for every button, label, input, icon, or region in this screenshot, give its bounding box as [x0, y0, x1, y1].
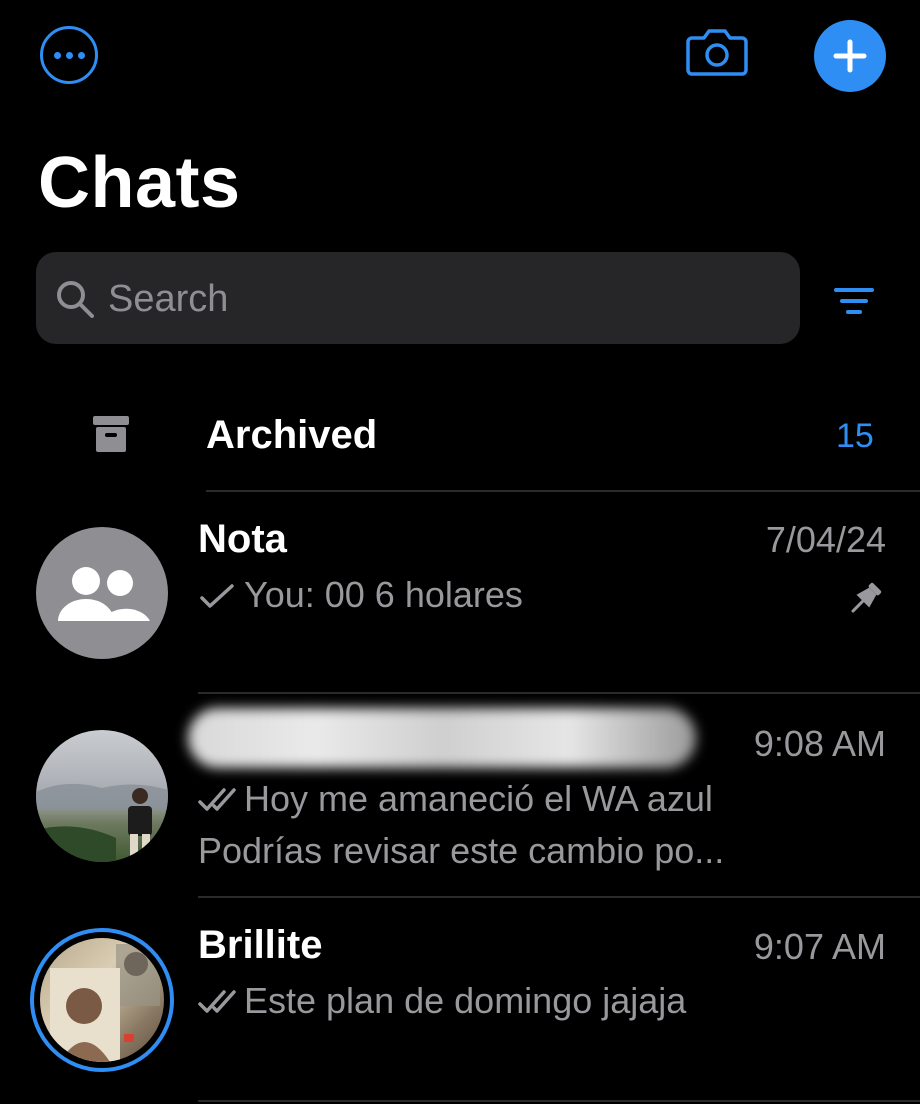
ellipsis-icon [53, 51, 61, 59]
more-options-button[interactable] [40, 26, 98, 84]
group-avatar [36, 527, 168, 659]
blurred-contact-name [188, 708, 696, 768]
divider [198, 1100, 920, 1102]
new-chat-button[interactable] [814, 20, 886, 92]
divider [198, 896, 920, 898]
check-icon [200, 584, 234, 609]
camera-icon [686, 29, 748, 76]
chat-name: Brillite [198, 923, 323, 967]
double-check-icon [198, 788, 236, 812]
chat-preview-line2: Podrías revisar este cambio po... [198, 830, 725, 871]
search-icon [57, 281, 94, 318]
contact-avatar [40, 938, 164, 1062]
group-icon [58, 567, 150, 621]
archived-count: 15 [836, 417, 874, 455]
double-check-icon [198, 990, 236, 1014]
person-photo-icon [50, 944, 160, 1062]
chat-time: 7/04/24 [765, 519, 886, 560]
divider [198, 692, 920, 694]
search-placeholder: Search [108, 278, 229, 320]
archive-box-icon [93, 416, 129, 452]
chat-time: 9:07 AM [753, 926, 886, 967]
archived-row[interactable] [0, 390, 920, 490]
chat-preview: Este plan de domingo jajaja [198, 975, 686, 1027]
chat-preview: Hoy me amaneció el WA azul [198, 773, 713, 825]
divider [206, 490, 920, 492]
pin-icon [851, 582, 882, 613]
page-title: Chats [38, 143, 241, 223]
contact-avatar [36, 730, 168, 862]
chat-preview: You: 00 6 holares [198, 569, 523, 621]
chat-time: 9:08 AM [753, 723, 886, 764]
camera-button[interactable] [686, 26, 748, 78]
person-photo-icon [36, 783, 168, 862]
filter-icon[interactable] [832, 284, 876, 318]
chat-name: Nota [198, 517, 287, 561]
plus-icon [833, 39, 867, 73]
archived-label: Archived [206, 413, 378, 457]
